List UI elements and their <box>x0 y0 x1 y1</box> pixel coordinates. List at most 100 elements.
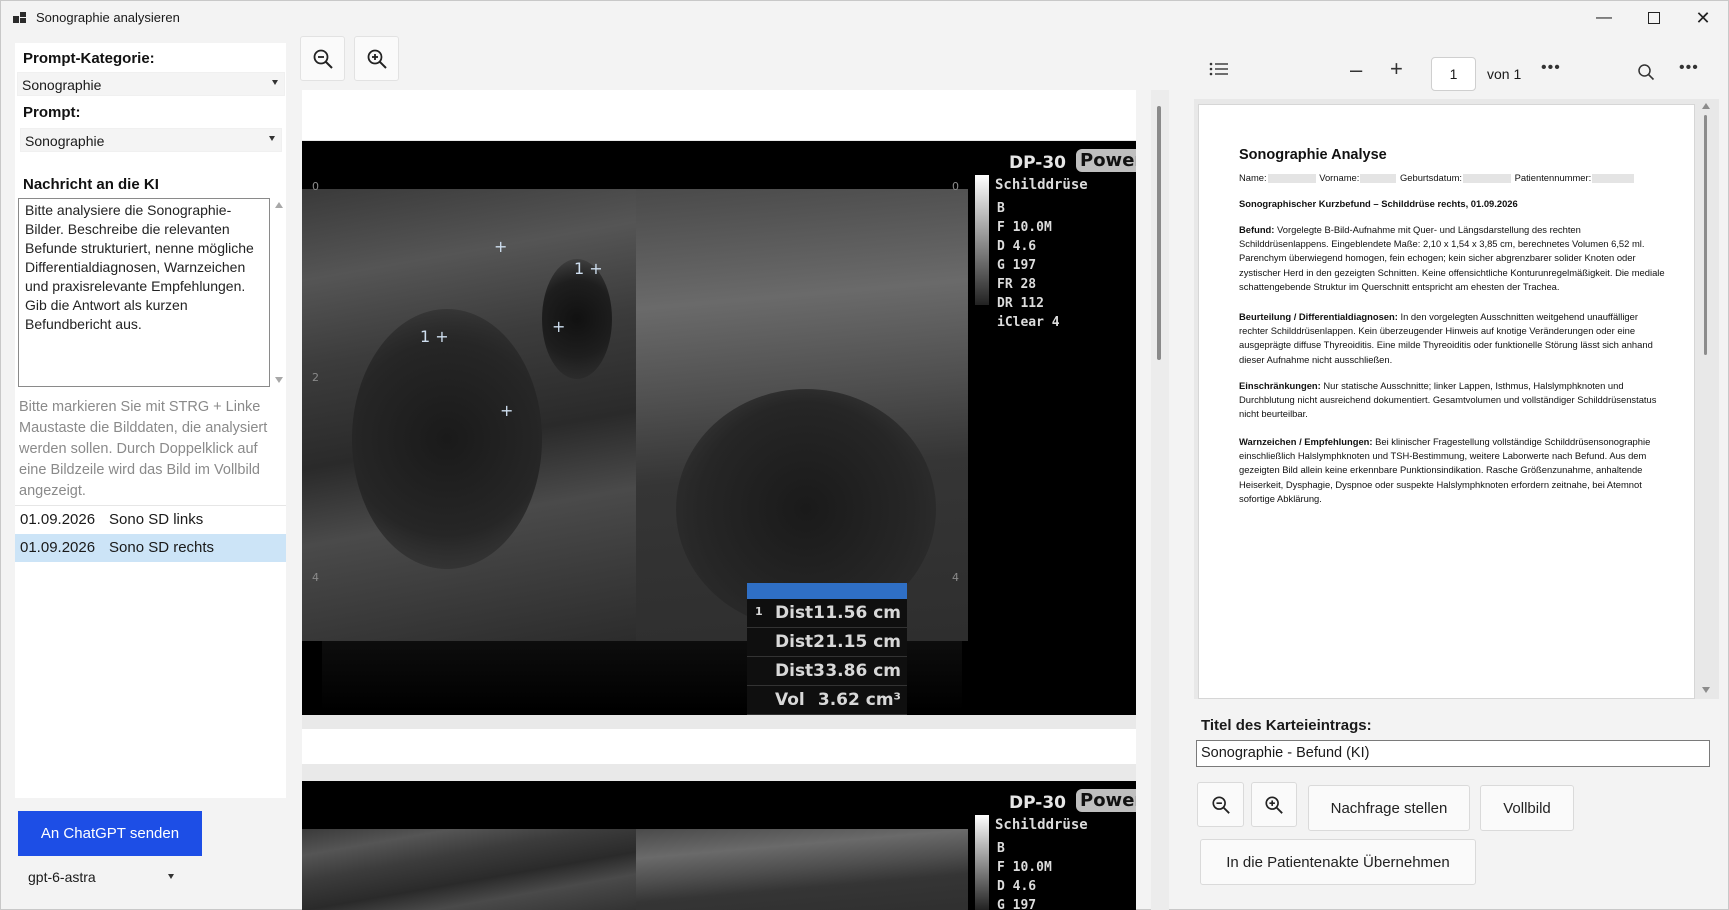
list-item[interactable]: 01.09.2026 Sono SD links <box>15 506 286 534</box>
image-spacer <box>302 729 1136 764</box>
fullscreen-button[interactable]: Vollbild <box>1480 785 1574 831</box>
zoom-out-icon <box>1211 795 1230 814</box>
caliper-marker: 1 + <box>574 259 603 278</box>
image-date: 01.09.2026 <box>20 511 96 528</box>
redacted-field <box>1463 174 1511 184</box>
caliper-marker: + <box>552 317 566 336</box>
param-iclear: iClear 4 <box>997 315 1060 330</box>
page-number-input[interactable]: 1 <box>1431 57 1476 91</box>
pdf-title: Sonographie Analyse <box>1239 147 1387 163</box>
maximize-icon <box>1648 12 1660 24</box>
model-select[interactable]: gpt-6-astra <box>20 865 180 889</box>
measurement-row: 1 Dist1 1.56 cm <box>747 599 907 628</box>
zoom-plus-icon[interactable]: + <box>1390 58 1403 80</box>
result-zoom-in-button[interactable] <box>1251 782 1297 827</box>
ultrasound-longitudinal-view <box>636 189 968 641</box>
message-scrollbar[interactable] <box>273 198 285 387</box>
param-depth: D 4.6 <box>997 239 1037 254</box>
scroll-down-icon <box>275 377 283 383</box>
pdf-scrollbar[interactable] <box>1700 101 1712 699</box>
prompt-value: Sonographie <box>25 133 105 149</box>
send-to-chatgpt-button[interactable]: An ChatGPT senden <box>18 811 202 856</box>
chevron-down-icon <box>269 136 275 141</box>
redacted-field <box>1267 174 1316 184</box>
list-item-selected[interactable]: 01.09.2026 Sono SD rechts <box>15 534 286 562</box>
zoom-in-button[interactable] <box>354 36 399 81</box>
ultrasound-transverse-view <box>302 189 636 641</box>
model-value: gpt-6-astra <box>28 869 96 885</box>
grayscale-bar <box>975 815 989 910</box>
chevron-down-icon <box>272 80 278 85</box>
report-section-beurteilung: Beurteilung / Differentialdiagnosen: In … <box>1239 311 1653 365</box>
image-name: Sono SD links <box>109 511 204 528</box>
grayscale-bar <box>975 175 989 305</box>
selection-hint: Bitte markieren Sie mit STRG + Linke Mau… <box>19 399 268 499</box>
window-title: Sonographie analysieren <box>36 10 180 25</box>
redacted-field <box>1360 174 1397 184</box>
zoom-in-icon <box>1265 795 1283 814</box>
device-brand: DP-30 <box>1009 153 1066 173</box>
caliper-marker: + <box>500 401 514 420</box>
entry-title-input[interactable]: Sonographie - Befund (KI) <box>1196 740 1710 767</box>
maximize-button[interactable] <box>1629 1 1679 35</box>
param-depth: D 4.6 <box>997 879 1037 894</box>
scroll-up-icon <box>1702 103 1710 109</box>
result-zoom-out-button[interactable] <box>1197 782 1244 827</box>
transfer-to-record-button[interactable]: In die Patientenakte Übernehmen <box>1200 839 1476 885</box>
search-icon[interactable] <box>1637 63 1655 86</box>
ultrasound-image-1[interactable]: 0 2 4 0 4 1 + 1 + + + + DP-30 Power Schi… <box>302 141 1136 715</box>
chevron-down-icon <box>168 874 174 879</box>
image-spacer <box>302 90 1136 140</box>
param-frequency: F 10.0M <box>997 220 1052 235</box>
zoom-out-icon <box>313 49 333 69</box>
organ-label: Schilddrüse <box>995 177 1088 193</box>
close-button[interactable]: ✕ <box>1678 1 1728 35</box>
image-list: 01.09.2026 Sono SD links 01.09.2026 Sono… <box>15 505 286 562</box>
page-total-label: von 1 <box>1487 66 1522 82</box>
measurement-row: Dist2 1.15 cm <box>747 628 907 657</box>
app-icon <box>13 11 27 25</box>
pdf-scrollbar-thumb[interactable] <box>1704 115 1707 355</box>
image-name: Sono SD rechts <box>109 539 215 556</box>
param-frequency: F 10.0M <box>997 860 1052 875</box>
followup-button[interactable]: Nachfrage stellen <box>1308 785 1470 831</box>
measurement-panel: 1 Dist1 1.56 cm Dist2 1.15 cm Dist3 3.86… <box>747 583 907 715</box>
param-mode: B <box>997 841 1005 856</box>
zoom-out-button[interactable] <box>300 36 345 81</box>
zoom-in-icon <box>367 49 387 69</box>
app-window: Sonographie analysieren — ✕ Prompt-Kateg… <box>0 0 1729 910</box>
report-section-empfehlungen: Warnzeichen / Empfehlungen: Bei klinisch… <box>1239 436 1651 504</box>
report-section-befund: Befund: Vorgelegte B-Bild-Aufnahme mit Q… <box>1239 224 1665 292</box>
redacted-field <box>1592 174 1635 184</box>
message-textarea[interactable]: Bitte analysiere die Sonographie-Bilder.… <box>18 198 270 387</box>
viewer-scrollbar-thumb[interactable] <box>1157 106 1161 360</box>
ultrasound-image-2[interactable]: DP-30 Power Schilddrüse B F 10.0M D 4.6 … <box>302 781 1136 910</box>
prompt-category-select[interactable]: Sonographie <box>17 72 285 96</box>
param-gain: G 197 <box>997 258 1037 273</box>
scroll-up-icon <box>275 202 283 208</box>
measurement-row: Dist3 3.86 cm <box>747 657 907 686</box>
outline-list-icon[interactable] <box>1209 61 1229 82</box>
param-mode: B <box>997 201 1005 216</box>
pdf-page: Sonographie Analyse Name: Vorname: Gebur… <box>1198 104 1695 699</box>
image-date: 01.09.2026 <box>20 539 96 556</box>
prompt-category-value: Sonographie <box>22 77 102 93</box>
prompt-select[interactable]: Sonographie <box>20 128 282 152</box>
zoom-minus-icon[interactable]: – <box>1350 59 1362 81</box>
title-bar: Sonographie analysieren — ✕ <box>1 1 1728 35</box>
organ-label: Schilddrüse <box>995 817 1088 833</box>
caliper-marker: 1 + <box>420 327 449 346</box>
param-framerate: FR 28 <box>997 277 1037 292</box>
patient-info-line: Name: Vorname: Geburtsdatum: Patientennu… <box>1239 171 1669 185</box>
scroll-down-icon <box>1702 687 1710 693</box>
more-options-icon[interactable]: ••• <box>1679 59 1699 77</box>
prompt-label: Prompt: <box>23 104 81 121</box>
report-heading: Sonographischer Kurzbefund – Schilddrüse… <box>1239 198 1518 209</box>
more-options-icon[interactable]: ••• <box>1541 59 1561 77</box>
mode-badge: Power <box>1076 789 1136 812</box>
param-dynamic-range: DR 112 <box>997 296 1044 311</box>
prompt-category-label: Prompt-Kategorie: <box>23 50 155 67</box>
minimize-button[interactable]: — <box>1579 1 1629 35</box>
caliper-marker: + <box>494 237 508 256</box>
device-brand: DP-30 <box>1009 793 1066 813</box>
